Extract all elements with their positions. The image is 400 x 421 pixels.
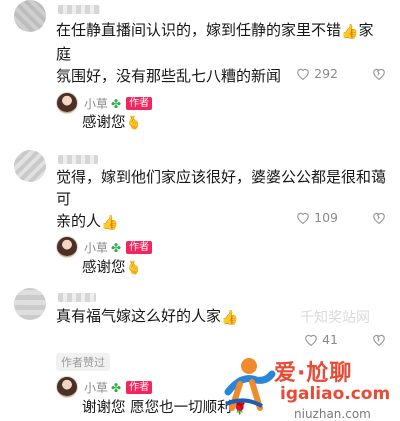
clover-icon: ✤ (111, 380, 122, 395)
dislike-icon[interactable] (372, 211, 386, 224)
thumbs-up-emoji: 👍 (341, 24, 359, 40)
comment-actions: 292 (296, 66, 386, 81)
author-badge: 作者 (126, 241, 153, 254)
avatar[interactable] (14, 0, 46, 32)
reply-author[interactable]: 小草 ✤ 作者 (84, 239, 153, 256)
like-button[interactable]: 41 (304, 332, 338, 347)
like-count: 41 (322, 332, 338, 347)
reply-author[interactable]: 小草 ✤ 作者 (84, 95, 153, 112)
reply-author[interactable]: 小草 ✤ 作者 (84, 379, 153, 396)
author-name: 小草 (84, 381, 109, 395)
like-button[interactable]: 109 (296, 210, 338, 225)
like-button[interactable]: 292 (296, 66, 338, 81)
reply-text: 谢谢您 愿您也一切顺利🌹 (82, 400, 248, 416)
author-name: 小草 (84, 241, 109, 255)
author-badge: 作者 (126, 381, 153, 394)
author-avatar[interactable] (56, 376, 78, 398)
author-avatar[interactable] (56, 92, 78, 114)
heart-icon (304, 333, 318, 346)
username-blurred[interactable] (58, 155, 98, 164)
reply-text: 感谢您🫰 (82, 115, 142, 131)
like-count: 292 (314, 66, 338, 81)
heart-icon (296, 211, 310, 224)
comment-text: 真有福气嫁这么好的人家👍 (56, 307, 239, 326)
reply-1: 小草 ✤ 作者 感谢您🫰 (0, 92, 400, 142)
heart-icon (296, 67, 310, 80)
finger-heart-emoji: 🫰 (125, 116, 142, 131)
faint-watermark: 千知奖站网 (300, 310, 370, 326)
reply-2: 小草 ✤ 作者 感谢您🫰 (0, 236, 400, 286)
like-count: 109 (314, 210, 338, 225)
author-liked-tag: 作者赞过 (56, 353, 110, 371)
dislike-icon[interactable] (372, 333, 386, 346)
thumbs-up-emoji: 👍 (101, 215, 119, 231)
author-name: 小草 (84, 97, 109, 111)
avatar[interactable] (14, 288, 46, 320)
thumbs-up-emoji: 👍 (221, 310, 239, 326)
finger-heart-emoji: 🫰 (125, 261, 142, 276)
clover-icon: ✤ (111, 240, 122, 255)
reply-3: 小草 ✤ 作者 谢谢您 愿您也一切顺利🌹 (0, 376, 400, 421)
clover-icon: ✤ (111, 96, 122, 111)
comment-actions: 109 (296, 210, 386, 225)
rose-emoji: 🌹 (231, 401, 248, 416)
author-avatar[interactable] (56, 236, 78, 258)
comment-2: 觉得，嫁到他们家应该很好，婆婆公公都是很和蔼可 亲的人👍 109 (0, 150, 400, 240)
comment-actions: 41 (304, 332, 386, 347)
reply-text: 感谢您🫰 (82, 260, 142, 276)
username-blurred[interactable] (58, 293, 96, 302)
avatar[interactable] (14, 150, 46, 182)
author-badge: 作者 (126, 97, 153, 110)
username-blurred[interactable] (58, 5, 100, 14)
dislike-icon[interactable] (372, 67, 386, 80)
